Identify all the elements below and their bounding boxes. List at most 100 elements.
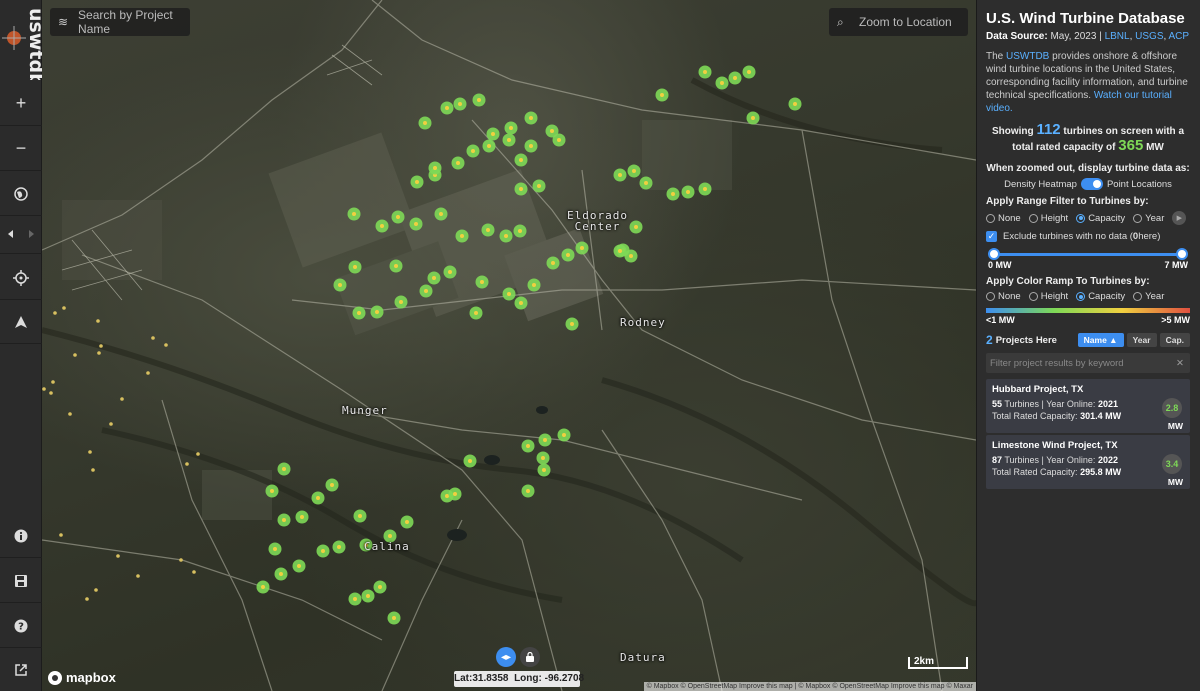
turbine-marker-center	[282, 467, 286, 471]
info-button[interactable]	[0, 514, 42, 558]
map-attribution[interactable]: © Mapbox © OpenStreetMap Improve this ma…	[643, 682, 976, 691]
sort-by-year-button[interactable]: Year	[1126, 333, 1157, 347]
turbine-marker-center	[460, 234, 464, 238]
location-search-box[interactable]: ⌕ Zoom to Location	[829, 8, 968, 36]
turbine-marker-center	[491, 132, 495, 136]
project-turbines-year: 55 Turbines | Year Online: 2021	[992, 399, 1118, 409]
ruler-icon: ◂▸	[500, 651, 512, 663]
total-capacity: 365	[1118, 137, 1144, 154]
range-option-height[interactable]: Height	[1028, 213, 1068, 224]
data-source: Data Source: May, 2023 | LBNL, USGS, ACP	[986, 31, 1190, 42]
other-turbine-dot	[73, 353, 77, 357]
heatmap-option-label[interactable]: Density Heatmap	[1004, 179, 1077, 190]
other-turbine-dot	[185, 462, 189, 466]
sort-by-name-button[interactable]: Name ▲	[1077, 333, 1124, 347]
measure-button[interactable]: ◂▸	[496, 647, 516, 667]
slider-max-handle[interactable]	[1176, 248, 1188, 260]
clear-filter-icon[interactable]: ✕	[1170, 358, 1190, 369]
other-turbine-dot	[51, 380, 55, 384]
basemap-button[interactable]	[0, 172, 42, 216]
other-turbine-dot	[196, 452, 200, 456]
uswtdb-link[interactable]: USWTDB	[1006, 51, 1049, 62]
radio-circle	[1028, 213, 1038, 223]
floppy-disk-icon	[15, 574, 27, 587]
capacity-range-slider[interactable]: 0 MW 7 MW	[988, 248, 1189, 270]
other-turbine-dot	[151, 336, 155, 340]
help-button[interactable]: ?	[0, 604, 42, 648]
slider-max-label: 7 MW	[1164, 260, 1189, 270]
project-card[interactable]: Hubbard Project, TX 55 Turbines | Year O…	[986, 379, 1190, 433]
range-option-none[interactable]: None	[986, 213, 1021, 224]
turbine-marker-center	[720, 81, 724, 85]
range-option-year[interactable]: Year	[1133, 213, 1164, 224]
turbine-marker-center	[486, 228, 490, 232]
play-icon[interactable]: ▶︎	[1172, 211, 1187, 225]
source-link-lbnl[interactable]: LBNL	[1105, 31, 1130, 42]
turbine-marker-center	[660, 93, 664, 97]
turbine-marker-center	[518, 229, 522, 233]
display-mode-toggle[interactable]	[1080, 178, 1103, 190]
source-link-usgs[interactable]: USGS	[1135, 31, 1163, 42]
coordinate-readout: Lat:31.8358 Long: -96.2708	[454, 671, 584, 687]
exclude-no-data-row[interactable]: ✓ Exclude turbines with no data (0 here)	[986, 231, 1190, 242]
map-view[interactable]: ≋ Search by Project Name ⌕ Zoom to Locat…	[42, 0, 976, 691]
slider-min-label: 0 MW	[988, 260, 1012, 270]
color-option-capacity[interactable]: Capacity	[1076, 291, 1125, 302]
source-link-acp[interactable]: ACP	[1169, 31, 1190, 42]
color-option-height[interactable]: Height	[1028, 291, 1068, 302]
turbine-marker-center	[618, 249, 622, 253]
color-option-none[interactable]: None	[986, 291, 1021, 302]
turbine-marker-center	[330, 483, 334, 487]
turbine-capacity-badge: 2.8	[1162, 398, 1182, 418]
turbine-marker-center	[358, 514, 362, 518]
turbine-marker-center	[273, 547, 277, 551]
logo-graphic: uswtdb	[2, 8, 47, 87]
turbine-marker-center	[543, 438, 547, 442]
color-option-year[interactable]: Year	[1133, 291, 1164, 302]
zoom-in-button[interactable]: +	[0, 82, 42, 126]
turbine-marker-center	[456, 161, 460, 165]
points-option-label[interactable]: Point Locations	[1107, 179, 1172, 190]
turbine-marker-center	[566, 253, 570, 257]
turbine-marker-center	[507, 138, 511, 142]
town-label-calina: Calina	[364, 540, 410, 553]
logo-text: uswtdb	[25, 8, 42, 80]
radio-circle-selected	[1076, 213, 1086, 223]
left-toolbar: uswtdb + − ?	[0, 0, 47, 691]
panel-title: U.S. Wind Turbine Database	[986, 10, 1185, 27]
panel-description: The USWTDB provides onshore & offshore w…	[986, 51, 1188, 114]
app-logo[interactable]: uswtdb	[0, 0, 47, 87]
other-turbine-dot	[120, 397, 124, 401]
range-option-capacity[interactable]: Capacity	[1076, 213, 1125, 224]
sort-by-capacity-button[interactable]: Cap.	[1159, 333, 1190, 347]
turbine-marker-center	[487, 144, 491, 148]
turbine-marker-center	[357, 311, 361, 315]
radio-circle	[1133, 213, 1143, 223]
project-filter-input[interactable]: Filter project results by keyword ✕	[986, 353, 1190, 373]
exclude-no-data-checkbox[interactable]: ✓	[986, 231, 997, 242]
projects-count: 2	[986, 333, 993, 347]
locate-button[interactable]	[0, 256, 42, 300]
project-search-box[interactable]: ≋ Search by Project Name	[50, 8, 190, 36]
lock-button[interactable]	[520, 647, 540, 667]
location-search-placeholder: Zoom to Location	[859, 15, 952, 29]
turbine-marker-center	[445, 106, 449, 110]
save-button[interactable]	[0, 559, 42, 603]
other-turbine-dot	[59, 533, 63, 537]
turbine-marker-center	[414, 222, 418, 226]
turbine-marker-center	[423, 121, 427, 125]
other-turbine-dot	[85, 597, 89, 601]
mapbox-logo[interactable]: mapbox	[48, 670, 116, 685]
other-turbine-dot	[109, 422, 113, 426]
compass-arrow-icon	[15, 315, 27, 328]
north-button[interactable]	[0, 300, 42, 344]
other-turbine-dot	[62, 306, 66, 310]
zoom-out-button[interactable]: −	[0, 127, 42, 171]
external-link-button[interactable]	[0, 648, 42, 691]
panel-collapse-toggle[interactable]	[0, 214, 42, 254]
town-label-rodney: Rodney	[620, 316, 666, 329]
project-card[interactable]: Limestone Wind Project, TX 87 Turbines |…	[986, 435, 1190, 489]
turbine-marker-center	[453, 492, 457, 496]
turbine-marker-center	[507, 292, 511, 296]
slider-min-handle[interactable]	[988, 248, 1000, 260]
